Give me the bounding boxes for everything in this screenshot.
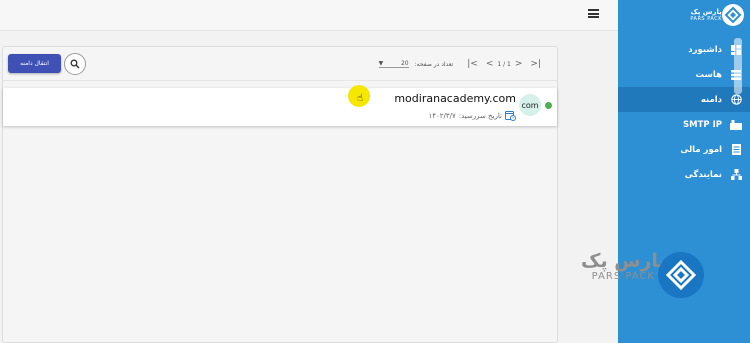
domains-panel: انتقال دامنه ▼ 20 تعداد در صفحه: |< < 1 … bbox=[2, 46, 558, 343]
watermark-fa: پارس پک bbox=[581, 250, 666, 272]
prev-page-icon[interactable]: < bbox=[486, 59, 494, 69]
next-page-icon[interactable]: > bbox=[515, 59, 523, 69]
domain-name[interactable]: modiranacademy.com bbox=[394, 92, 516, 105]
expiry-label: تاریخ سررسید: bbox=[458, 111, 502, 120]
sidebar-item-agency[interactable]: نمایندگی bbox=[618, 162, 750, 187]
page-info: 1 / 1 bbox=[497, 60, 511, 68]
sidebar-nav: داشبورد هاست دامنه SMTP IP امور مالی نما… bbox=[618, 37, 750, 187]
agency-icon bbox=[730, 169, 742, 180]
first-page-icon[interactable]: |< bbox=[467, 59, 478, 69]
hamburger-icon[interactable] bbox=[588, 9, 599, 18]
sidebar-item-label: دامنه bbox=[700, 94, 722, 105]
sidebar-item-label: امور مالی bbox=[680, 144, 722, 155]
expiry-date: ۱۴۰۲/۳/۷ bbox=[428, 111, 456, 120]
mail-server-icon bbox=[730, 119, 742, 130]
tld-badge: com bbox=[519, 94, 541, 116]
globe-icon bbox=[730, 94, 742, 105]
rows-per-page-value: 20 bbox=[400, 60, 409, 67]
brand-logo[interactable]: پارس پک PARS PACK bbox=[686, 4, 744, 26]
calendar-clock-icon bbox=[505, 111, 516, 121]
top-bar bbox=[0, 0, 618, 31]
sidebar-item-label: هاست bbox=[695, 69, 722, 80]
status-dot-icon bbox=[545, 102, 552, 109]
domain-row[interactable]: com modiranacademy.com تاریخ سررسید: ۱۴۰… bbox=[3, 88, 557, 126]
expiry-info: تاریخ سررسید: ۱۴۰۲/۳/۷ bbox=[428, 110, 516, 121]
sidebar-item-dashboard[interactable]: داشبورد bbox=[618, 37, 750, 62]
document-icon bbox=[730, 144, 742, 155]
watermark: پارس پک PARS PACK bbox=[581, 250, 666, 283]
sidebar-item-label: SMTP IP bbox=[683, 119, 722, 130]
sidebar-item-finance[interactable]: امور مالی bbox=[618, 137, 750, 162]
sidebar-scrollbar[interactable] bbox=[734, 38, 742, 94]
parspack-logo-icon bbox=[722, 4, 744, 26]
sidebar-item-smtp-ip[interactable]: SMTP IP bbox=[618, 112, 750, 137]
watermark-logo-icon bbox=[658, 252, 704, 298]
brand-name-fa: پارس پک bbox=[690, 8, 722, 16]
transfer-domain-button[interactable]: انتقال دامنه bbox=[8, 54, 61, 73]
search-icon bbox=[70, 59, 80, 69]
sidebar-item-host[interactable]: هاست bbox=[618, 62, 750, 87]
watermark-en: PARS PACK bbox=[591, 271, 655, 282]
dropdown-arrow-icon: ▼ bbox=[378, 60, 384, 67]
hand-cursor-icon: ☝ bbox=[357, 93, 364, 104]
pagination: ▼ 20 تعداد در صفحه: |< < 1 / 1 > >| bbox=[378, 57, 545, 71]
sidebar-item-label: داشبورد bbox=[688, 44, 722, 55]
search-button[interactable] bbox=[64, 53, 86, 75]
last-page-icon[interactable]: >| bbox=[530, 59, 541, 69]
domains-toolbar: انتقال دامنه ▼ 20 تعداد در صفحه: |< < 1 … bbox=[3, 47, 557, 81]
rows-per-page-label: تعداد در صفحه: bbox=[414, 60, 454, 68]
sidebar-item-label: نمایندگی bbox=[684, 169, 722, 180]
brand-name-en: PARS PACK bbox=[690, 16, 722, 22]
rows-per-page-select[interactable]: ▼ 20 bbox=[378, 60, 409, 68]
sidebar-item-domain[interactable]: دامنه bbox=[618, 87, 750, 112]
